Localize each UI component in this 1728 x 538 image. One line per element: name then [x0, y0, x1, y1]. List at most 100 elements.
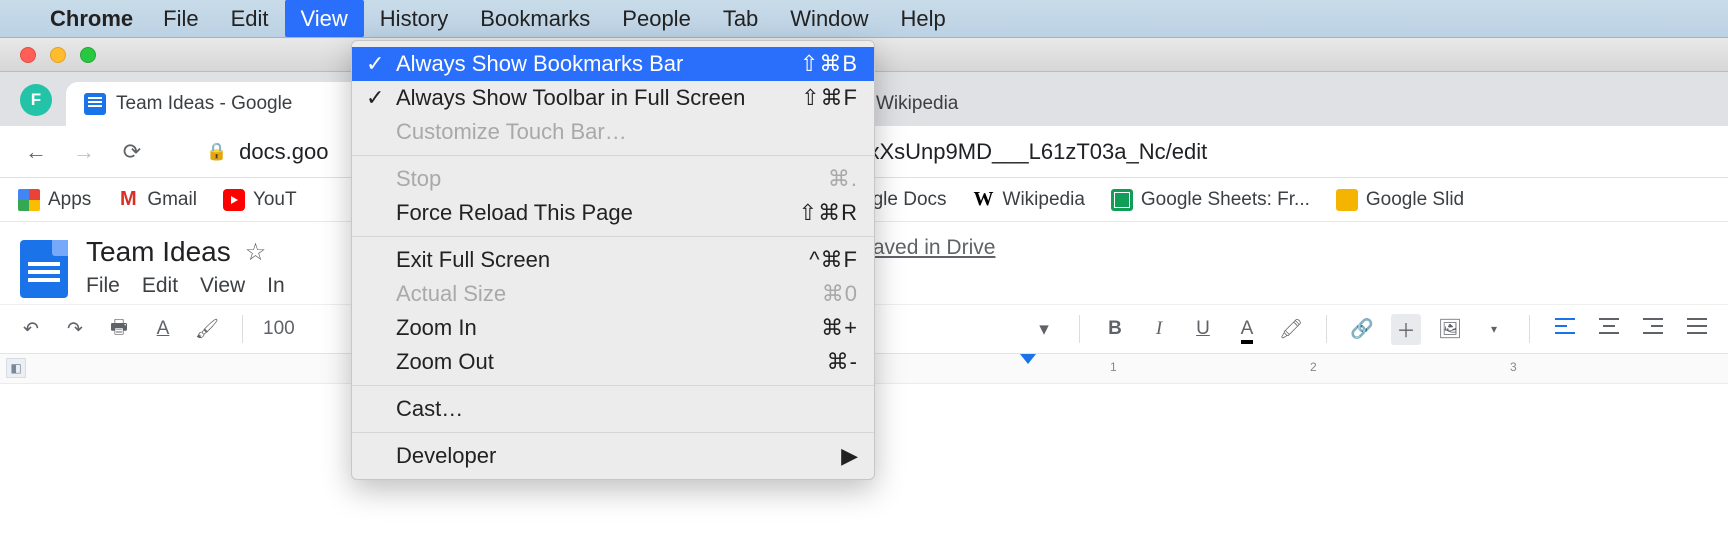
menu-item-label: Exit Full Screen — [396, 247, 550, 273]
apps-icon — [18, 189, 40, 211]
add-comment-button[interactable]: ＋ — [1391, 314, 1421, 345]
menu-item-label: Stop — [396, 166, 441, 192]
reload-button[interactable]: ⟳ — [118, 139, 146, 165]
underline-button[interactable]: U — [1188, 318, 1218, 340]
docs-menu-file[interactable]: File — [86, 274, 120, 298]
docs-menu-edit[interactable]: Edit — [142, 274, 178, 298]
check-icon: ✓ — [366, 85, 384, 111]
menu-item-zoom-in[interactable]: Zoom In ⌘+ — [352, 311, 874, 345]
insert-link-button[interactable]: 🔗 — [1347, 317, 1377, 341]
address-bar[interactable]: 🔒 docs.goo — [206, 139, 328, 165]
zoom-select[interactable]: 100 — [263, 318, 295, 340]
menu-item-cast[interactable]: Cast… — [352, 392, 874, 426]
ruler-number: 3 — [1510, 360, 1517, 374]
menu-shortcut: ⌘. — [828, 166, 858, 192]
insert-image-button[interactable]: 🖼 — [1435, 317, 1465, 341]
menu-item-label: Actual Size — [396, 281, 506, 307]
menu-item-label: Always Show Bookmarks Bar — [396, 51, 683, 77]
menu-file[interactable]: File — [147, 0, 214, 37]
bookmark-label: Google Sheets: Fr... — [1141, 189, 1310, 211]
menu-separator — [352, 236, 874, 237]
profile-avatar[interactable]: F — [20, 84, 52, 116]
menu-edit[interactable]: Edit — [215, 0, 285, 37]
menu-separator — [352, 155, 874, 156]
menu-item-developer[interactable]: Developer▶ — [352, 439, 874, 473]
align-justify-button[interactable] — [1682, 318, 1712, 340]
menu-bookmarks[interactable]: Bookmarks — [464, 0, 606, 37]
ruler-number: 2 — [1310, 360, 1317, 374]
print-button[interactable]: 🖶 — [104, 313, 134, 345]
menu-item-label: Force Reload This Page — [396, 200, 633, 226]
bookmark-label: YouT — [253, 189, 297, 211]
docs-menu-in[interactable]: In — [267, 274, 285, 298]
window-minimize-icon[interactable] — [50, 47, 66, 63]
image-dropdown-icon[interactable]: ▾ — [1479, 322, 1509, 336]
menu-item-force-reload-this-page[interactable]: Force Reload This Page ⇧⌘R — [352, 196, 874, 230]
macos-menubar: Chrome FileEditViewHistoryBookmarksPeopl… — [0, 0, 1728, 38]
menu-item-label: Zoom In — [396, 315, 477, 341]
menu-people[interactable]: People — [606, 0, 707, 37]
menu-shortcut: ⇧⌘F — [801, 85, 858, 111]
redo-button[interactable]: ↷ — [60, 318, 90, 341]
document-title[interactable]: Team Ideas — [86, 236, 231, 268]
menu-window[interactable]: Window — [774, 0, 884, 37]
menu-item-label: Cast… — [396, 396, 463, 422]
sheets-icon — [1111, 189, 1133, 211]
youtube-icon — [223, 189, 245, 211]
menu-view[interactable]: View — [285, 0, 364, 37]
bookmark-apps[interactable]: Apps — [18, 189, 91, 211]
menu-help[interactable]: Help — [885, 0, 962, 37]
text-color-button[interactable]: A — [1232, 318, 1262, 340]
back-button[interactable]: ← — [22, 139, 50, 165]
bookmark-sheets[interactable]: Google Sheets: Fr... — [1111, 189, 1310, 211]
menu-item-zoom-out[interactable]: Zoom Out⌘- — [352, 345, 874, 379]
app-name[interactable]: Chrome — [36, 0, 147, 38]
menu-shortcut: ⌘+ — [821, 315, 858, 341]
menu-shortcut: ⇧⌘B — [800, 51, 858, 77]
align-left-button[interactable] — [1550, 318, 1580, 340]
window-zoom-icon[interactable] — [80, 47, 96, 63]
window-close-icon[interactable] — [20, 47, 36, 63]
align-right-button[interactable] — [1638, 318, 1668, 340]
spellcheck-button[interactable]: A — [148, 318, 178, 340]
tab-title: Wikipedia — [876, 93, 958, 115]
url-text-left: docs.goo — [239, 139, 328, 165]
font-size-dropdown-icon[interactable]: ▾ — [1029, 318, 1059, 341]
menu-item-label: Always Show Toolbar in Full Screen — [396, 85, 745, 111]
bookmark-gmail[interactable]: MGmail — [117, 189, 197, 211]
bold-button[interactable]: B — [1100, 318, 1130, 340]
browser-tab[interactable]: WWikipedia — [826, 82, 1206, 126]
slides-icon — [1336, 189, 1358, 211]
ruler-number: 1 — [1110, 360, 1117, 374]
url-text-right: xXsUnp9MD___L61zT03a_Nc/edit — [868, 139, 1207, 165]
forward-button[interactable]: → — [70, 139, 98, 165]
bookmark-wikipedia[interactable]: WWikipedia — [973, 189, 1085, 211]
menu-history[interactable]: History — [364, 0, 464, 37]
menu-item-customize-touch-bar: Customize Touch Bar… — [352, 115, 874, 149]
menu-item-exit-full-screen[interactable]: Exit Full Screen ^⌘F — [352, 243, 874, 277]
italic-button[interactable]: I — [1144, 318, 1174, 340]
menu-separator — [352, 432, 874, 433]
menu-item-label: Customize Touch Bar… — [396, 119, 627, 145]
menu-item-always-show-bookmarks-bar[interactable]: ✓Always Show Bookmarks Bar⇧⌘B — [352, 47, 874, 81]
star-icon[interactable]: ☆ — [245, 238, 267, 267]
menu-item-label: Zoom Out — [396, 349, 494, 375]
paint-format-button[interactable]: 🖌 — [192, 317, 222, 341]
submenu-arrow-icon: ▶ — [841, 443, 858, 469]
menu-item-stop: Stop ⌘. — [352, 162, 874, 196]
docs-menu-view[interactable]: View — [200, 274, 245, 298]
google-docs-logo-icon[interactable] — [20, 240, 68, 298]
bookmark-slides[interactable]: Google Slid — [1336, 189, 1464, 211]
menu-shortcut: ^⌘F — [809, 247, 858, 273]
highlight-button[interactable]: 🖍 — [1276, 317, 1306, 341]
menu-tab[interactable]: Tab — [707, 0, 774, 37]
indent-marker-icon[interactable] — [1020, 354, 1036, 364]
align-center-button[interactable] — [1594, 318, 1624, 340]
menu-shortcut: ⇧⌘R — [799, 200, 858, 226]
undo-button[interactable]: ↶ — [16, 318, 46, 341]
menu-item-always-show-toolbar-in-full-screen[interactable]: ✓ Always Show Toolbar in Full Screen ⇧⌘F — [352, 81, 874, 115]
menu-separator — [352, 385, 874, 386]
bookmark-youtube[interactable]: YouT — [223, 189, 297, 211]
view-menu-dropdown: ✓ Always Show Bookmarks Bar ⇧⌘B ✓ Always Sho… — [351, 40, 875, 480]
outline-toggle[interactable]: ◧ — [6, 358, 26, 378]
